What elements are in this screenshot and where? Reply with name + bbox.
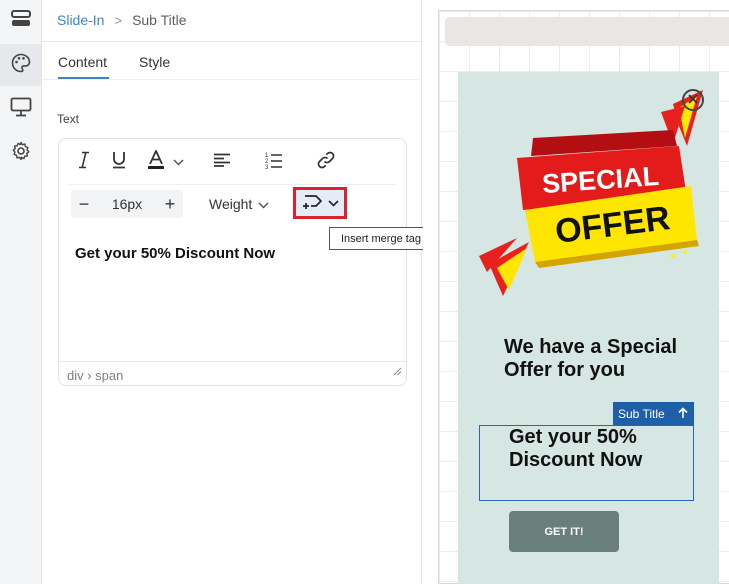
font-weight-label: Weight [209,196,253,212]
font-size-value[interactable]: 16px [97,190,157,218]
popup-heading[interactable]: We have a Special Offer for you [504,336,704,382]
link-button[interactable] [315,151,337,173]
canvas-top-bar [445,17,729,46]
get-it-button[interactable]: GET IT! [509,511,619,552]
insert-merge-tag-button[interactable] [293,187,347,219]
merge-tag-icon [302,192,324,215]
text-color-icon [147,148,165,175]
selected-element-label: Sub Title [618,406,665,421]
breadcrumb-separator: > [114,12,123,28]
chevron-down-icon [327,194,339,212]
tabs-divider [42,79,422,80]
editor-content[interactable]: Get your 50% Discount Now [75,245,275,262]
close-button[interactable] [682,89,704,111]
formatting-toolbar: 123 [59,139,406,185]
underline-icon [111,151,127,174]
merge-tag-tooltip: Insert merge tag [329,227,433,250]
link-icon [317,151,335,174]
chevron-down-icon [172,153,184,171]
svg-text:3: 3 [265,165,269,169]
toolbar-divider [69,184,396,185]
underline-button[interactable] [108,151,130,173]
chevron-down-icon [252,196,269,212]
selected-element-tag[interactable]: Sub Title [613,402,694,425]
layers-icon [10,9,31,33]
monitor-icon [10,97,32,122]
resize-handle-icon[interactable] [393,363,402,381]
breadcrumb: Slide-In > Sub Title [57,12,187,28]
breadcrumb-parent-link[interactable]: Slide-In [57,12,104,28]
italic-button[interactable] [73,151,95,173]
editor-panel: Slide-In > Sub Title Content Style Text [42,0,422,584]
font-size-decrease-button[interactable]: − [71,190,97,218]
popup-subtitle[interactable]: Get your 50% Discount Now [509,426,689,472]
font-size-stepper: − 16px + [71,190,183,218]
slide-in-popup[interactable]: SPECIAL OFFER We have a Special Offer fo… [458,72,719,584]
settings-button[interactable] [0,132,41,174]
align-left-icon [213,153,231,172]
italic-icon [77,151,91,174]
preview-device-button[interactable] [0,88,41,130]
element-path: div › span [67,368,124,383]
align-left-button[interactable] [211,151,233,173]
ordered-list-button[interactable]: 123 [263,151,285,173]
palette-icon [11,53,31,78]
special-offer-graphic: SPECIAL OFFER [479,90,703,296]
font-size-increase-button[interactable]: + [157,190,183,218]
style-palette-button[interactable] [0,44,41,86]
tab-style[interactable]: Style [139,54,170,70]
font-weight-dropdown[interactable]: Weight [209,190,269,218]
breadcrumb-current: Sub Title [132,12,187,28]
gear-icon [11,141,31,166]
icon-rail [0,0,42,584]
text-color-button[interactable] [143,148,187,175]
ordered-list-icon: 123 [265,151,283,174]
tab-content[interactable]: Content [58,54,107,70]
status-divider [59,361,406,362]
layers-button[interactable] [0,0,41,42]
text-field-label: Text [57,112,80,126]
close-icon [688,91,698,109]
rich-text-editor: 123 − 16px + Weight Get your 50% Discoun… [58,138,407,386]
header-divider [42,41,422,42]
